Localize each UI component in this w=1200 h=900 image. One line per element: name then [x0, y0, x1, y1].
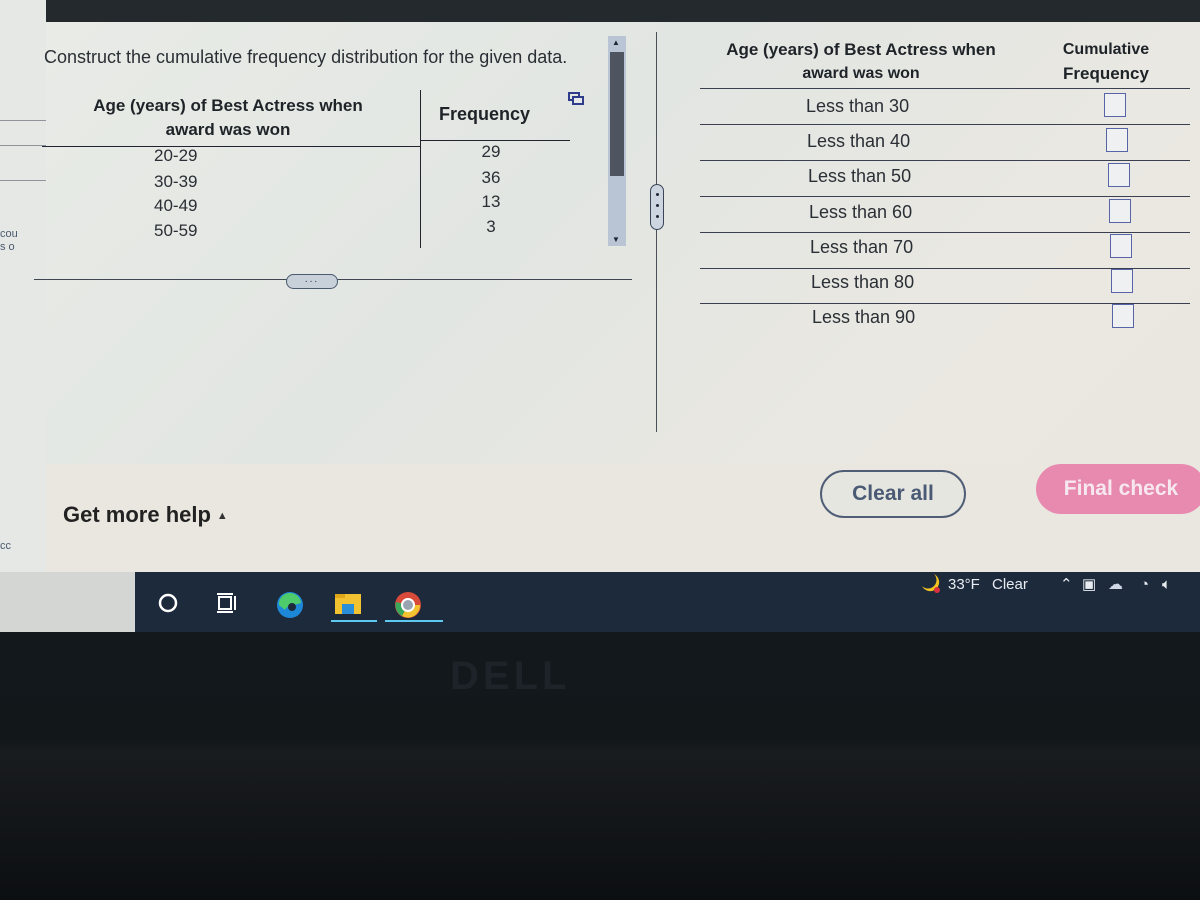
cumulative-frequency-input[interactable] [1108, 163, 1130, 187]
brand-logo: DELL [450, 654, 571, 698]
popout-icon[interactable] [568, 92, 584, 106]
frequency-column-header: Frequency [439, 104, 531, 124]
class-limit-label: Less than 70 [810, 237, 914, 257]
desktop-background [0, 572, 135, 632]
weather-condition[interactable]: Clear [992, 574, 1028, 596]
header-rule [420, 140, 570, 141]
taskbar: 33°F Clear ⌃ ▣ ☁ ◔ 🔈︎ [135, 572, 1200, 632]
clear-all-button[interactable]: Clear all [820, 470, 966, 518]
table-row: Less than 50 [696, 160, 1196, 195]
active-app-indicator [385, 620, 443, 622]
divider [0, 180, 46, 181]
age-class: 50-59 [154, 221, 198, 240]
age-class: 30-39 [154, 172, 198, 191]
class-limit-label: Less than 30 [806, 96, 910, 116]
weather-temperature[interactable]: 33°F [948, 574, 980, 596]
table-row: Less than 70 [696, 231, 1196, 266]
window-top-bar [46, 0, 1200, 24]
scroll-up-arrow-icon[interactable]: ▲ [612, 38, 620, 47]
table-row: Less than 90 [696, 301, 1196, 336]
final-check-button[interactable]: Final check [1036, 464, 1200, 514]
cumulative-frequency-input[interactable] [1112, 304, 1134, 328]
system-tray: 33°F Clear ⌃ ▣ ☁ ◔ 🔈︎ [920, 572, 1190, 610]
age-column-header: Age (years) of Best Actress when award w… [726, 40, 996, 82]
wifi-icon[interactable]: ◔ [1140, 574, 1149, 596]
frequency-value: 29 [481, 142, 501, 161]
pane-resize-handle[interactable] [650, 184, 664, 230]
weather-moon-icon[interactable] [920, 572, 942, 601]
edge-browser-icon[interactable] [275, 590, 303, 618]
volume-speaker-icon[interactable]: 🔈︎ [1162, 574, 1171, 596]
table-row: Less than 60 [696, 196, 1196, 231]
background-text: cc [0, 540, 11, 552]
meet-now-camera-icon[interactable]: ▣ [1082, 574, 1096, 596]
cumulative-frequency-input[interactable] [1104, 93, 1126, 117]
age-class: 20-29 [154, 146, 198, 165]
caret-up-icon: ▲ [216, 510, 228, 523]
onedrive-cloud-icon[interactable]: ☁ [1108, 574, 1123, 596]
divider [0, 120, 46, 121]
class-limit-label: Less than 80 [811, 272, 915, 292]
class-limit-label: Less than 60 [809, 202, 913, 222]
scrollbar-thumb[interactable] [610, 52, 624, 176]
task-view-icon[interactable] [213, 590, 239, 616]
frequency-value: 36 [481, 168, 501, 187]
divider [0, 145, 46, 146]
cumulative-frequency-input[interactable] [1109, 199, 1131, 223]
cumulative-frequency-input[interactable] [1111, 269, 1133, 293]
cumulative-frequency-input[interactable] [1110, 234, 1132, 258]
left-pane-scrollbar[interactable]: ▲ ▼ [608, 36, 626, 246]
background-text: cou [0, 228, 18, 240]
chrome-browser-icon[interactable] [385, 590, 443, 622]
table-row: Less than 80 [696, 266, 1196, 301]
pane-divider [656, 32, 657, 432]
frequency-value: 13 [481, 192, 501, 211]
scroll-down-arrow-icon[interactable]: ▼ [612, 235, 620, 244]
age-column-header: Age (years) of Best Actress when award w… [93, 96, 363, 139]
header-rule [700, 88, 1190, 89]
question-prompt: Construct the cumulative frequency distr… [44, 47, 568, 67]
background-text: s o [0, 241, 15, 253]
table-row: Less than 30 [696, 90, 1196, 125]
table-row: Less than 40 [696, 125, 1196, 160]
age-class: 40-49 [154, 196, 198, 215]
background-page: cou s o cc [0, 0, 47, 632]
class-limit-label: Less than 50 [808, 166, 912, 186]
frequency-value: 3 [486, 217, 496, 236]
question-dialog: Construct the cumulative frequency distr… [34, 22, 1200, 574]
expand-more-button[interactable]: ... [286, 274, 338, 289]
class-limit-label: Less than 40 [807, 131, 911, 151]
file-explorer-icon[interactable] [331, 590, 377, 622]
screen: cou s o cc Construct the cumulative freq… [0, 0, 1200, 632]
search-icon[interactable] [155, 590, 181, 616]
active-app-indicator [331, 620, 377, 622]
monitor-bezel: DELL [0, 632, 1200, 900]
class-limit-label: Less than 90 [812, 307, 916, 327]
table-row: 50-59 3 [46, 217, 576, 246]
show-hidden-icons-chevron-up-icon[interactable]: ⌃ [1060, 574, 1073, 596]
cumulative-frequency-input[interactable] [1106, 128, 1128, 152]
cumulative-frequency-column-header: Cumulative Frequency [1062, 41, 1150, 83]
get-more-help-button[interactable]: Get more help ▲ [63, 502, 228, 528]
